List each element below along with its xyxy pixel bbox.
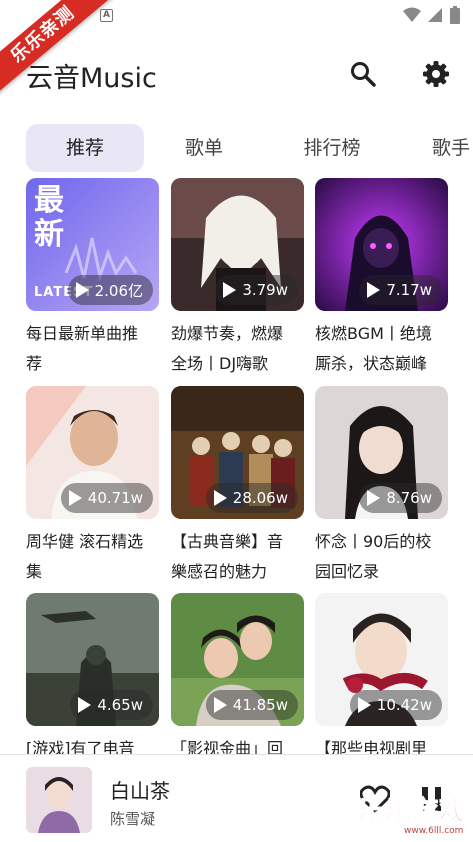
play-count-badge[interactable]: 28.06w — [205, 483, 298, 513]
tab-charts[interactable]: 排行榜 — [292, 124, 372, 172]
tab-artists[interactable]: 歌手 — [432, 124, 473, 172]
playlist-title: 怀念丨90后的校 园回忆录 — [315, 532, 432, 581]
settings-button[interactable] — [418, 56, 454, 92]
playlist-card[interactable]: 8.76w 怀念丨90后的校 园回忆录 — [315, 386, 448, 587]
site-watermark-url: www.6lll.com — [404, 826, 464, 836]
now-playing-title: 白山茶 — [110, 779, 170, 803]
wifi-icon — [403, 7, 421, 22]
play-icon — [75, 282, 89, 298]
play-icon — [223, 282, 237, 298]
playlist-card[interactable]: 40.71w 周华健 滚石精选 集 — [26, 386, 159, 587]
play-count-badge[interactable]: 3.79w — [215, 275, 298, 305]
playlist-cover: 3.79w — [171, 178, 304, 311]
app-title: 云音Music — [26, 63, 157, 94]
playlist-card[interactable]: 4.65w [游戏]有了电音 — [26, 593, 159, 754]
play-icon — [213, 490, 227, 506]
play-count-badge[interactable]: 7.17w — [359, 275, 442, 305]
playlist-cover: 最 新 LATEST 2.06亿 — [26, 178, 159, 311]
playlist-title: 【古典音樂】音 樂感召的魅力 — [171, 532, 284, 581]
playlist-cover: 28.06w — [171, 386, 304, 519]
search-icon — [351, 62, 376, 87]
play-count: 4.65w — [97, 696, 143, 714]
playlist-title: 核燃BGM丨绝境 厮杀，状态巅峰 — [315, 324, 432, 373]
tab-bar: 推荐 歌单 排行榜 歌手 — [0, 124, 473, 172]
play-icon — [367, 490, 381, 506]
play-count: 2.06亿 — [94, 281, 143, 300]
battery-icon — [450, 6, 460, 24]
play-icon — [357, 697, 371, 713]
play-count: 41.85w — [232, 696, 288, 714]
playlist-card[interactable]: 28.06w 【古典音樂】音 樂感召的魅力 — [171, 386, 304, 587]
play-count-badge[interactable]: 8.76w — [359, 483, 442, 513]
playlist-card[interactable]: 最 新 LATEST 2.06亿 每日最新单曲推 荐 — [26, 178, 159, 379]
play-count: 10.42w — [376, 696, 432, 714]
signal-icon — [428, 8, 442, 22]
playlist-cover: 4.65w — [26, 593, 159, 726]
play-count: 40.71w — [87, 489, 143, 507]
play-count-badge[interactable]: 40.71w — [60, 483, 153, 513]
playlist-card[interactable]: 3.79w 劲爆节奏，燃爆 全场丨DJ嗨歌 — [171, 178, 304, 379]
playlist-title: 劲爆节奏，燃爆 全场丨DJ嗨歌 — [171, 324, 284, 373]
player-album-art[interactable] — [26, 767, 92, 833]
play-count: 7.17w — [386, 281, 432, 299]
playlist-cover: 41.85w — [171, 593, 304, 726]
play-count-badge[interactable]: 4.65w — [70, 690, 153, 720]
tab-recommend[interactable]: 推荐 — [26, 124, 144, 172]
playlist-cover: 10.42w — [315, 593, 448, 726]
playlist-title: 「影视金曲」回 — [171, 739, 284, 754]
playlist-cover: 40.71w — [26, 386, 159, 519]
site-watermark: 乐乐游戏 — [357, 796, 467, 827]
playlist-card[interactable]: 7.17w 核燃BGM丨绝境 厮杀，状态巅峰 — [315, 178, 448, 379]
play-icon — [78, 697, 92, 713]
gear-icon — [423, 61, 449, 87]
play-icon — [68, 490, 82, 506]
playlist-title: 周华健 滚石精选 集 — [26, 532, 144, 581]
playlist-grid: 最 新 LATEST 2.06亿 每日最新单曲推 荐 3.79w 劲爆节奏，燃爆… — [0, 178, 473, 754]
playlist-cover: 8.76w — [315, 386, 448, 519]
playlist-title: 每日最新单曲推 荐 — [26, 324, 139, 373]
play-count: 8.76w — [386, 489, 432, 507]
search-button[interactable] — [345, 56, 381, 92]
tab-playlists[interactable]: 歌单 — [166, 124, 242, 172]
play-count-badge[interactable]: 41.85w — [205, 690, 298, 720]
play-count: 28.06w — [232, 489, 288, 507]
play-icon — [367, 282, 381, 298]
playlist-card[interactable]: 41.85w 「影视金曲」回 — [171, 593, 304, 754]
play-count: 3.79w — [242, 281, 288, 299]
notification-a-icon: A — [100, 9, 113, 22]
play-count-badge[interactable]: 10.42w — [349, 690, 442, 720]
playlist-cover: 7.17w — [315, 178, 448, 311]
play-icon — [213, 697, 227, 713]
playlist-card[interactable]: 10.42w 【那些电视剧里 — [315, 593, 448, 754]
album-art-image — [26, 767, 92, 833]
play-count-badge[interactable]: 2.06亿 — [67, 275, 153, 305]
playlist-title: 【那些电视剧里 — [315, 739, 428, 754]
now-playing-artist: 陈雪凝 — [110, 810, 156, 828]
playlist-title: [游戏]有了电音 — [26, 739, 135, 754]
cover-label: 最 新 — [34, 183, 64, 252]
